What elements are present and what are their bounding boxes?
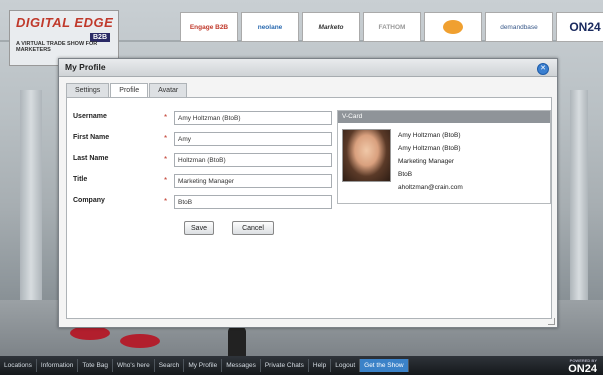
resize-grip-icon[interactable] xyxy=(548,318,555,325)
company-field[interactable] xyxy=(174,195,332,209)
required-mark: * xyxy=(164,155,168,164)
vcard-title: V-Card xyxy=(338,111,550,123)
sponsor-logo[interactable]: Marketo xyxy=(302,12,360,42)
field-label: Title xyxy=(73,176,88,183)
on24-brand: ON24 xyxy=(568,363,597,375)
vcard-title-line: Marketing Manager xyxy=(398,158,454,165)
save-button[interactable]: Save xyxy=(184,221,214,235)
sponsor-logo[interactable]: demandbase xyxy=(485,12,553,42)
lounge-chair xyxy=(120,334,160,348)
vcard-details: Amy Holtzman (BtoB) Amy Holtzman (BtoB) … xyxy=(398,129,463,194)
nav-item-private-chats[interactable]: Private Chats xyxy=(261,359,309,372)
profile-panel: Username * First Name * Last Name * Titl… xyxy=(66,97,552,319)
hall-pillar xyxy=(570,90,588,310)
close-icon[interactable]: ✕ xyxy=(537,63,549,75)
form-row-username: Username * xyxy=(67,111,337,125)
profile-photo xyxy=(342,129,391,182)
sponsor-logo[interactable]: ON24 xyxy=(556,12,603,42)
attendee-avatar-figure xyxy=(228,326,246,356)
bottom-navigation-bar: Locations Information Tote Bag Who's her… xyxy=(0,356,603,375)
last-name-field[interactable] xyxy=(174,153,332,167)
sponsor-logo-mark-icon xyxy=(443,20,463,34)
nav-item-tote-bag[interactable]: Tote Bag xyxy=(78,359,114,372)
required-mark: * xyxy=(164,176,168,185)
on24-logo: POWERED BY ON24 xyxy=(568,358,597,376)
sponsor-logo[interactable] xyxy=(424,12,482,42)
sponsor-logo[interactable]: Engage B2B xyxy=(180,12,238,42)
sponsor-logo[interactable]: neolane xyxy=(241,12,299,42)
first-name-field[interactable] xyxy=(174,132,332,146)
vcard-email: aholtzman@crain.com xyxy=(398,184,463,191)
sponsor-logo[interactable]: FATHOM xyxy=(363,12,421,42)
field-label: First Name xyxy=(73,134,110,141)
nav-item-whos-here[interactable]: Who's here xyxy=(113,359,155,372)
nav-item-my-profile[interactable]: My Profile xyxy=(184,359,223,372)
dialog-title: My Profile xyxy=(59,59,557,77)
nav-item-search[interactable]: Search xyxy=(155,359,185,372)
my-profile-dialog: My Profile ✕ Settings Profile Avatar Use… xyxy=(58,58,558,328)
nav-item-help[interactable]: Help xyxy=(309,359,332,372)
nav-item-logout[interactable]: Logout xyxy=(331,359,361,372)
cancel-button[interactable]: Cancel xyxy=(232,221,274,235)
nav-item-locations[interactable]: Locations xyxy=(0,359,37,372)
required-mark: * xyxy=(164,113,168,122)
nav-item-get-the-show[interactable]: Get the Show xyxy=(360,359,409,372)
form-row-company: Company * xyxy=(67,195,337,209)
required-mark: * xyxy=(164,197,168,206)
tab-avatar[interactable]: Avatar xyxy=(149,83,188,98)
event-logo-subtitle: A VIRTUAL TRADE SHOW FOR MARKETERS xyxy=(16,41,98,53)
vcard-username: Amy Holtzman (BtoB) xyxy=(398,132,461,139)
tab-settings[interactable]: Settings xyxy=(66,83,110,98)
field-label: Company xyxy=(73,197,105,204)
username-field[interactable] xyxy=(174,111,332,125)
field-label: Username xyxy=(73,113,107,120)
hall-pillar xyxy=(20,90,42,300)
form-row-first-name: First Name * xyxy=(67,132,337,146)
form-row-last-name: Last Name * xyxy=(67,153,337,167)
nav-item-messages[interactable]: Messages xyxy=(222,359,261,372)
vcard-display-name: Amy Holtzman (BtoB) xyxy=(398,145,461,152)
lounge-chair xyxy=(70,326,110,340)
event-logo-title: DIGITAL EDGE xyxy=(16,15,114,30)
title-field[interactable] xyxy=(174,174,332,188)
form-row-title: Title * xyxy=(67,174,337,188)
nav-item-information[interactable]: Information xyxy=(37,359,79,372)
vcard-panel: V-Card Amy Holtzman (BtoB) Amy Holtzman … xyxy=(337,110,551,204)
vcard-company: BtoB xyxy=(398,171,413,178)
sponsor-banner: Engage B2B neolane Marketo FATHOM demand… xyxy=(180,12,603,42)
field-label: Last Name xyxy=(73,155,109,162)
required-mark: * xyxy=(164,134,168,143)
